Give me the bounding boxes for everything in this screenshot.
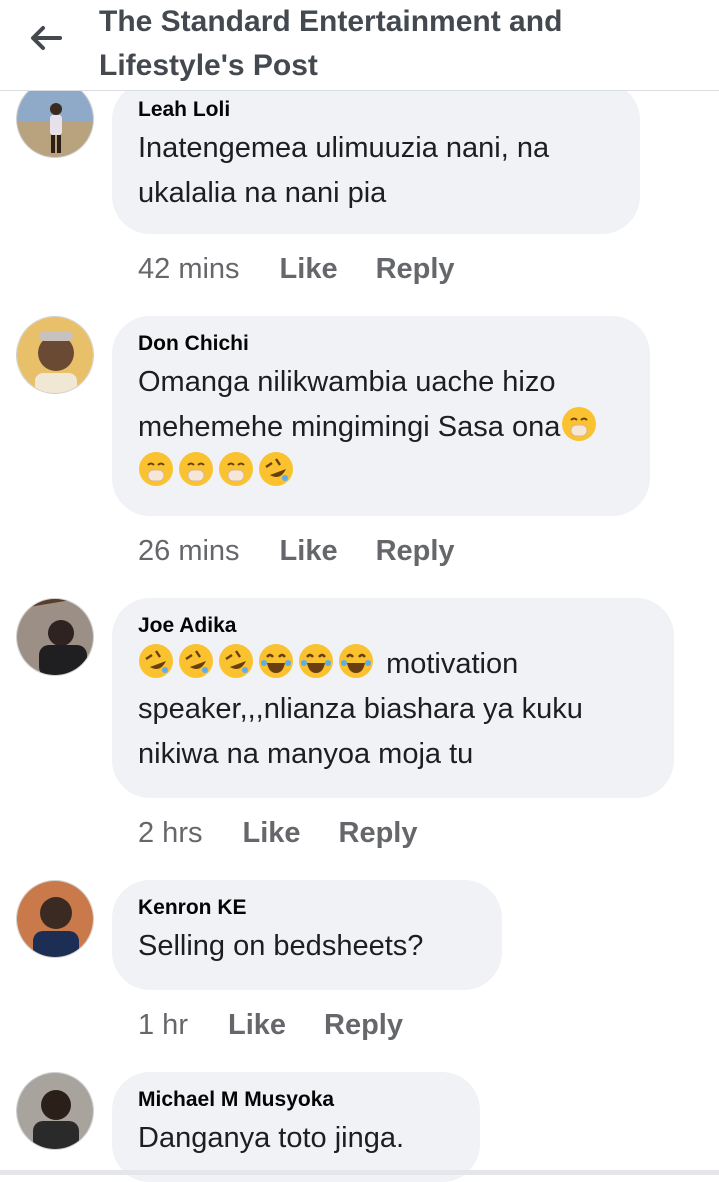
comment-author[interactable]: Kenron KE [138, 894, 476, 922]
like-button[interactable]: Like [242, 817, 300, 849]
avatar[interactable] [16, 316, 94, 394]
comment-text: Selling on bedsheets? [138, 930, 424, 962]
avatar[interactable] [16, 1072, 94, 1150]
arrow-left-icon [31, 26, 62, 50]
rolling-on-floor-laughing-icon [219, 644, 253, 678]
page-title: The Standard Entertainment and Lifestyle… [99, 5, 563, 82]
rolling-on-floor-laughing-icon [259, 452, 293, 486]
comment-actions: 42 mins Like Reply [138, 252, 493, 286]
comment-time: 26 mins [138, 535, 240, 567]
comment-text: Danganya toto jinga. [138, 1122, 405, 1154]
like-button[interactable]: Like [280, 535, 338, 567]
comment-author[interactable]: Joe Adika [138, 612, 648, 640]
comment-text: Inatengemea ulimuuzia nani, na ukalalia … [138, 132, 550, 209]
face-with-tears-of-joy-icon [259, 644, 293, 678]
comments-feed: Leah Loli Inatengemea ulimuuzia nani, na… [0, 0, 719, 1182]
comment-time: 1 hr [138, 1009, 188, 1041]
app-header: The Standard Entertainment and Lifestyle… [0, 0, 719, 91]
comment-bubble: Joe Adika motivation speaker,,,nlianza b… [112, 598, 674, 798]
divider [0, 1170, 719, 1175]
face-with-tears-of-joy-icon [339, 644, 373, 678]
face-with-hand-over-mouth-icon [219, 452, 253, 486]
face-with-hand-over-mouth-icon [179, 452, 213, 486]
comment-author[interactable]: Leah Loli [138, 96, 614, 124]
comment-actions: 1 hr Like Reply [138, 1008, 441, 1042]
avatar[interactable] [16, 598, 94, 676]
rolling-on-floor-laughing-icon [139, 644, 173, 678]
comment-text: motivation speaker,,,nlianza biashara ya… [138, 642, 648, 777]
face-with-tears-of-joy-icon [299, 644, 333, 678]
comment-author[interactable]: Michael M Musyoka [138, 1086, 454, 1114]
reply-button[interactable]: Reply [376, 253, 455, 285]
avatar[interactable] [16, 80, 94, 158]
reply-button[interactable]: Reply [376, 535, 455, 567]
avatar[interactable] [16, 880, 94, 958]
comment-author[interactable]: Don Chichi [138, 330, 624, 358]
back-button[interactable] [24, 18, 68, 58]
comment-time: 42 mins [138, 253, 240, 285]
comment-actions: 2 hrs Like Reply [138, 816, 456, 850]
comment-text: Omanga nilikwambia uache hizo mehemehe m… [138, 360, 624, 495]
comment-time: 2 hrs [138, 817, 203, 849]
like-button[interactable]: Like [280, 253, 338, 285]
comment-bubble: Kenron KE Selling on bedsheets? [112, 880, 502, 990]
comment-actions: 26 mins Like Reply [138, 534, 493, 568]
reply-button[interactable]: Reply [324, 1009, 403, 1041]
comment-bubble: Leah Loli Inatengemea ulimuuzia nani, na… [112, 82, 640, 234]
like-button[interactable]: Like [228, 1009, 286, 1041]
comment-text-body: Omanga nilikwambia uache hizo mehemehe m… [138, 366, 561, 443]
face-with-hand-over-mouth-icon [562, 407, 597, 441]
comment-bubble: Michael M Musyoka Danganya toto jinga. [112, 1072, 480, 1182]
reply-button[interactable]: Reply [339, 817, 418, 849]
emoji-row [138, 644, 378, 680]
rolling-on-floor-laughing-icon [179, 644, 213, 678]
face-with-hand-over-mouth-icon [139, 452, 173, 486]
comment-bubble: Don Chichi Omanga nilikwambia uache hizo… [112, 316, 650, 516]
